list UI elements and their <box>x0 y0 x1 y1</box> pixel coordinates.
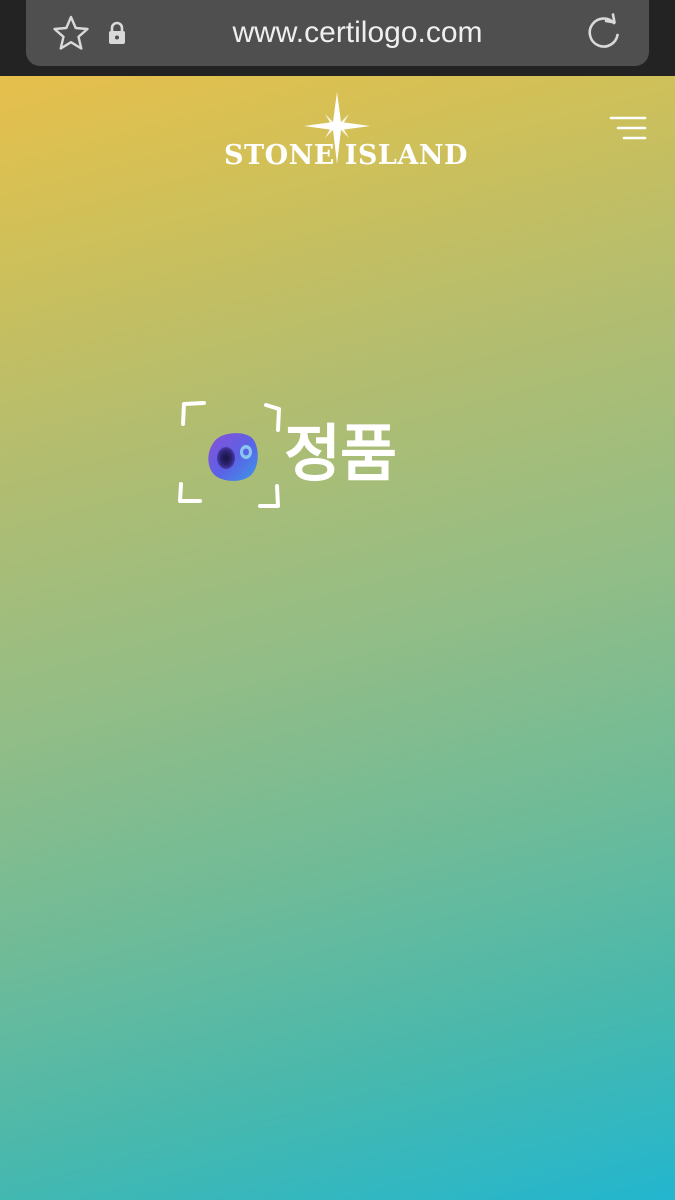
browser-toolbar: www.certilogo.com <box>0 0 675 76</box>
page-content: STONE ISLAND 정품 <box>0 76 675 1200</box>
brand-name: STONE ISLAND <box>224 140 468 171</box>
star-icon[interactable] <box>52 14 90 52</box>
genuine-label: 정품 <box>284 417 397 490</box>
page: www.certilogo.com STONE ISLAND 정품 <box>0 0 675 1200</box>
url-text[interactable]: www.certilogo.com <box>140 14 575 52</box>
camera-icon <box>208 433 258 481</box>
brand-logo[interactable]: STONE ISLAND <box>224 92 468 176</box>
lock-icon[interactable] <box>106 21 128 45</box>
menu-icon[interactable] <box>608 114 648 144</box>
reload-icon[interactable] <box>584 13 624 53</box>
